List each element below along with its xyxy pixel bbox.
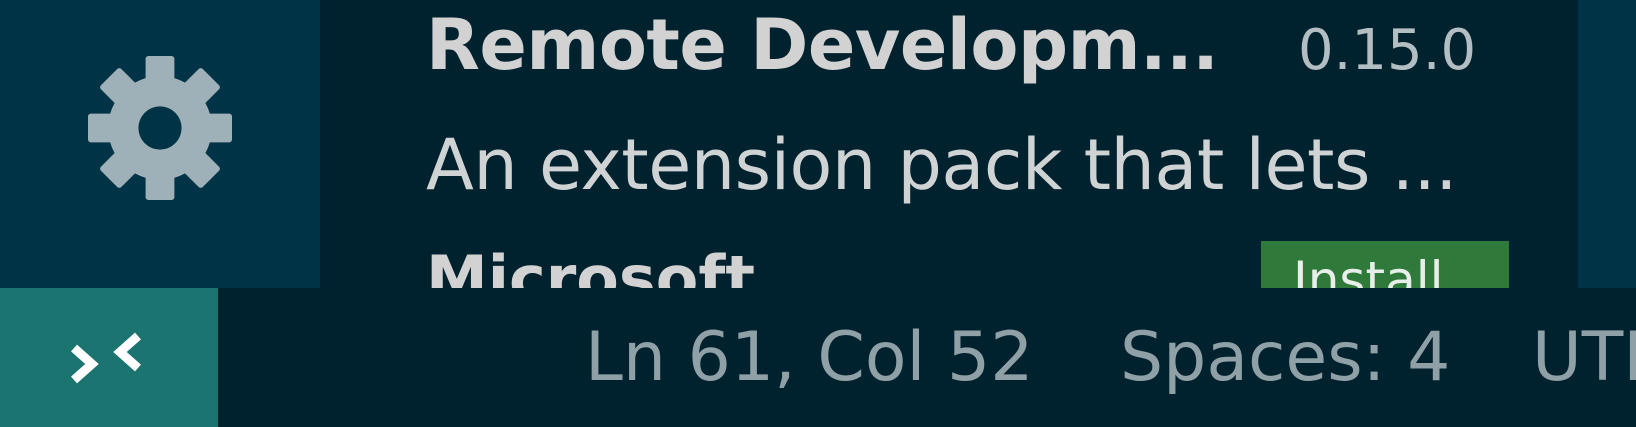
status-bar: Ln 61, Col 52 Spaces: 4 UTF-8 [0,288,1636,427]
gear-icon[interactable] [88,56,232,200]
remote-indicator-button[interactable] [0,288,218,427]
extension-list-item[interactable]: Remote Developm... 0.15.0 An extension p… [320,0,1578,288]
extension-version: 0.15.0 [1298,18,1477,83]
indentation-status[interactable]: Spaces: 4 [1120,318,1450,397]
install-button[interactable]: Install [1261,241,1509,288]
extension-publisher: Microsoft [426,242,755,288]
cursor-position-status[interactable]: Ln 61, Col 52 [585,318,1033,397]
extension-description: An extension pack that lets ... [426,124,1457,206]
remote-icon [71,332,141,384]
encoding-status[interactable]: UTF-8 [1532,318,1636,397]
extension-name: Remote Developm... [426,4,1219,86]
scrollbar-strip [1578,0,1636,288]
activity-bar [0,0,320,288]
vscode-window: Remote Developm... 0.15.0 An extension p… [0,0,1636,427]
